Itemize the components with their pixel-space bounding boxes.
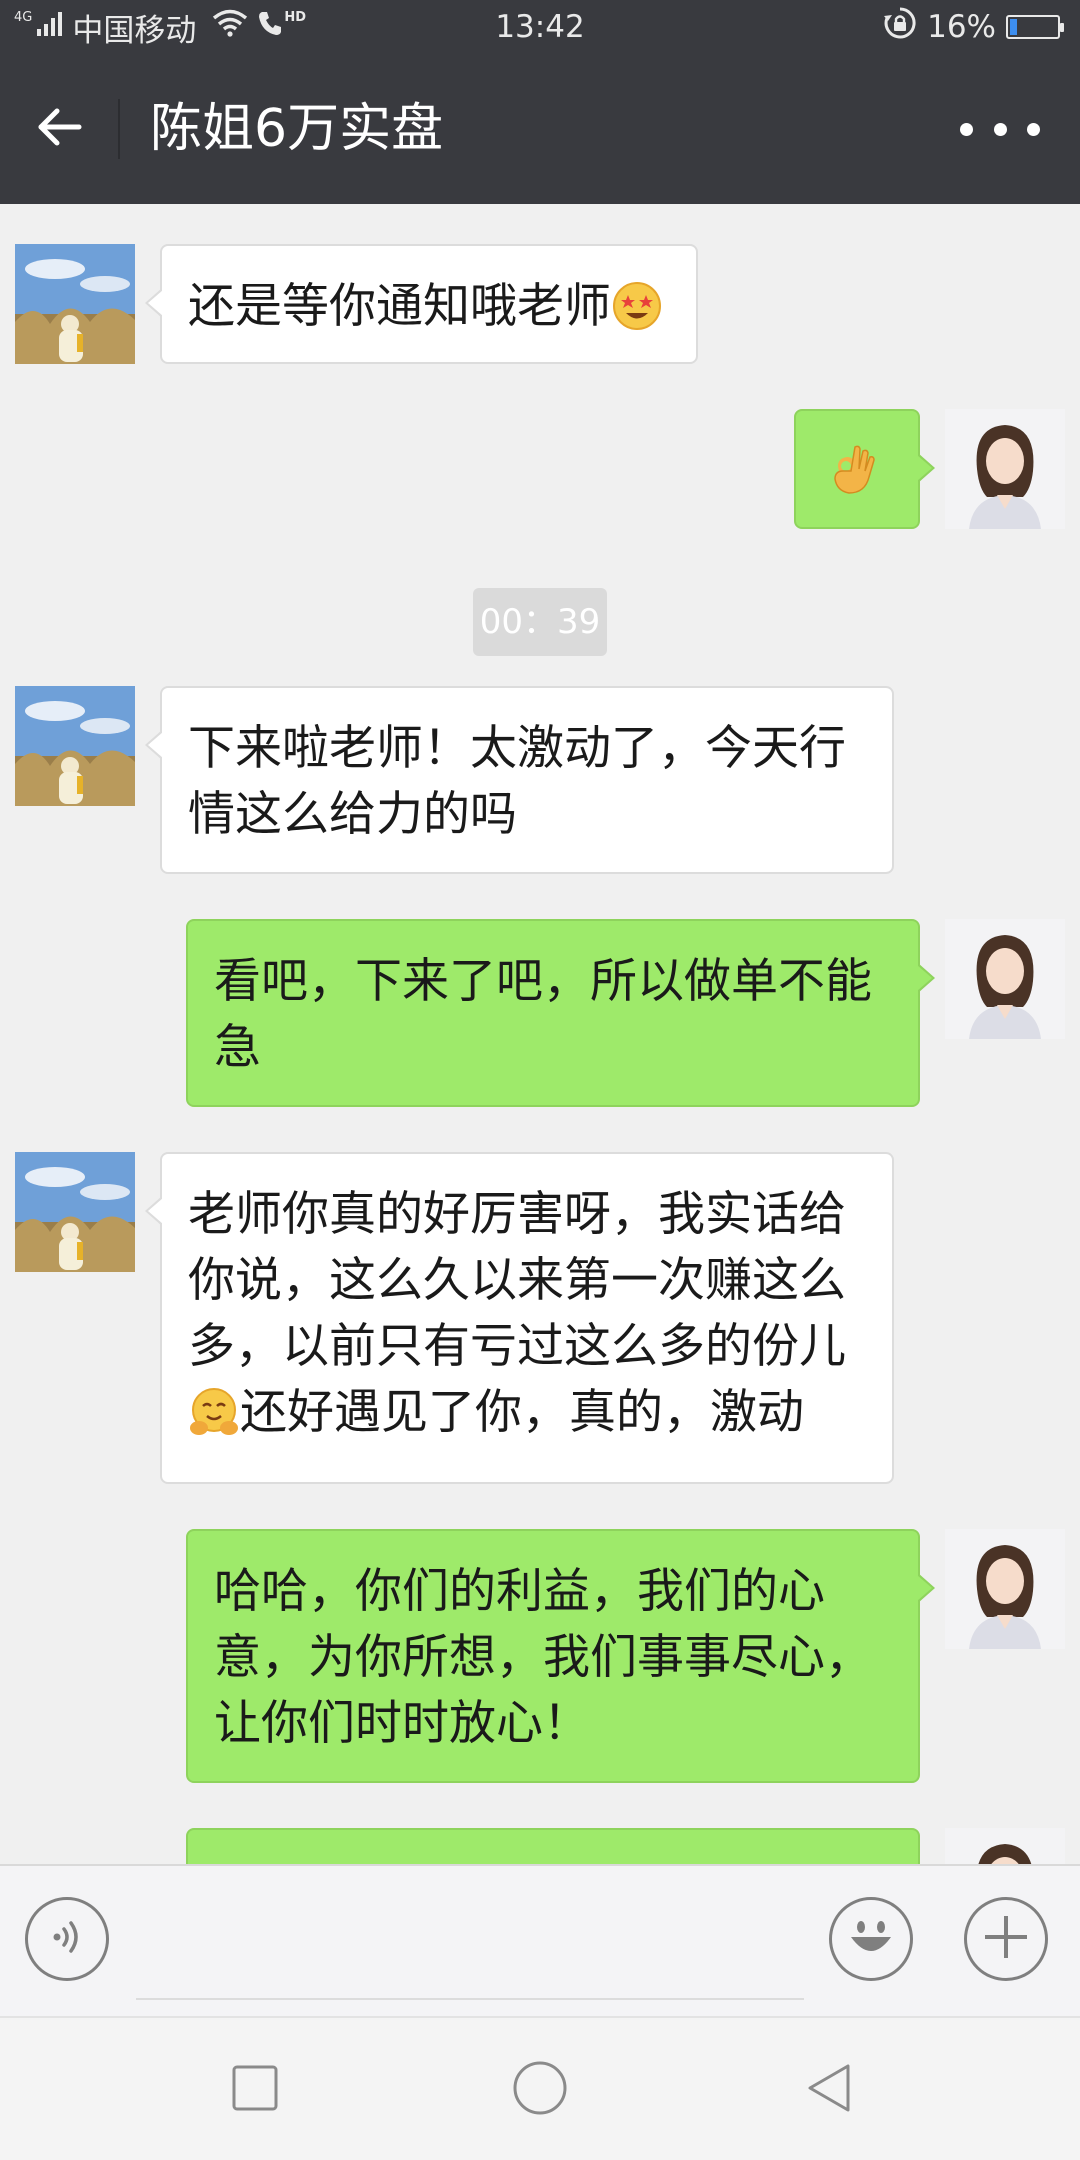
triangle-back-icon bbox=[804, 2062, 856, 2118]
back-button[interactable] bbox=[22, 91, 98, 167]
input-bar bbox=[0, 1864, 1080, 2016]
more-dot-icon bbox=[993, 122, 1007, 136]
time-separator: 00：39 bbox=[473, 588, 607, 656]
message-line: 你说，这么久以来第一次赚这么 bbox=[188, 1253, 846, 1308]
star-struck-emoji bbox=[611, 280, 663, 332]
rotation-lock-icon bbox=[883, 6, 917, 48]
contact-avatar[interactable] bbox=[15, 1152, 135, 1272]
message-line: 情这么给力的吗 bbox=[188, 787, 517, 842]
emoji-button[interactable] bbox=[829, 1897, 913, 1981]
voice-button[interactable] bbox=[25, 1897, 109, 1981]
my-avatar[interactable] bbox=[945, 409, 1065, 529]
arrow-left-icon bbox=[37, 107, 83, 151]
chat-message-list[interactable]: 还是等你通知哦老师 00：39 下来啦老师！太激动了，今天行 情这么给力的吗 看… bbox=[0, 204, 1080, 1864]
message-text: 还是等你通知哦老师 bbox=[188, 279, 611, 334]
message-line: 多，以前只有亏过这么多的份儿 bbox=[188, 1319, 846, 1374]
battery-icon bbox=[1006, 15, 1064, 39]
my-avatar[interactable] bbox=[945, 919, 1065, 1039]
home-button[interactable] bbox=[504, 2054, 576, 2126]
message-line: 看吧，下来了吧，所以做单不能 bbox=[214, 954, 872, 1009]
battery-fill bbox=[1010, 19, 1017, 35]
incoming-message[interactable]: 还是等你通知哦老师 bbox=[145, 244, 698, 364]
battery-percent: 16% bbox=[927, 9, 996, 45]
message-line: 急 bbox=[214, 1020, 261, 1075]
outgoing-message[interactable]: 看吧，下来了吧，所以做单不能 急 bbox=[186, 919, 935, 1107]
more-functions-button[interactable] bbox=[964, 1897, 1048, 1981]
message-line: 哈哈，你们的利益，我们的心 bbox=[214, 1564, 825, 1619]
more-dot-icon bbox=[1027, 122, 1040, 136]
message-line: 老师你真的好厉害呀，我实话给 bbox=[188, 1187, 846, 1242]
back-nav-button[interactable] bbox=[794, 2054, 866, 2126]
system-nav-bar bbox=[0, 2016, 1080, 2160]
my-avatar[interactable] bbox=[945, 1828, 1065, 1864]
chat-header: 陈姐6万实盘 bbox=[0, 54, 1080, 204]
message-input[interactable] bbox=[136, 1998, 804, 2000]
square-icon bbox=[232, 2065, 278, 2115]
contact-avatar[interactable] bbox=[15, 686, 135, 806]
recents-button[interactable] bbox=[219, 2054, 291, 2126]
message-line: 让你们时时放心！ bbox=[214, 1696, 590, 1751]
outgoing-message[interactable] bbox=[186, 1828, 920, 1864]
more-dot-icon bbox=[960, 122, 973, 136]
outgoing-message[interactable]: 哈哈，你们的利益，我们的心 意，为你所想，我们事事尽心， 让你们时时放心！ bbox=[186, 1529, 935, 1783]
ok-hand-emoji bbox=[825, 441, 885, 501]
message-line-with-emoji: 还好遇见了你，真的，激动 bbox=[188, 1380, 866, 1446]
header-divider bbox=[118, 99, 120, 159]
incoming-message[interactable]: 下来啦老师！太激动了，今天行 情这么给力的吗 bbox=[145, 686, 894, 874]
emoji-smile-icon bbox=[841, 1907, 901, 1971]
incoming-message[interactable]: 老师你真的好厉害呀，我实话给 你说，这么久以来第一次赚这么 多，以前只有亏过这么… bbox=[145, 1152, 894, 1484]
more-button[interactable] bbox=[950, 99, 1050, 159]
message-line: 下来啦老师！太激动了，今天行 bbox=[188, 721, 846, 776]
contact-avatar[interactable] bbox=[15, 244, 135, 364]
plus-icon bbox=[981, 1912, 1031, 1966]
message-line: 还好遇见了你，真的，激动 bbox=[240, 1385, 804, 1440]
chat-title: 陈姐6万实盘 bbox=[150, 99, 444, 159]
status-bar: 4G 中国移动 HD 13:42 16% bbox=[0, 0, 1080, 54]
circle-icon bbox=[512, 2060, 568, 2120]
voice-icon bbox=[45, 1915, 89, 1963]
outgoing-message[interactable] bbox=[794, 409, 935, 529]
my-avatar[interactable] bbox=[945, 1529, 1065, 1649]
message-line: 意，为你所想，我们事事尽心， bbox=[214, 1630, 872, 1685]
hugging-face-emoji bbox=[188, 1386, 240, 1438]
